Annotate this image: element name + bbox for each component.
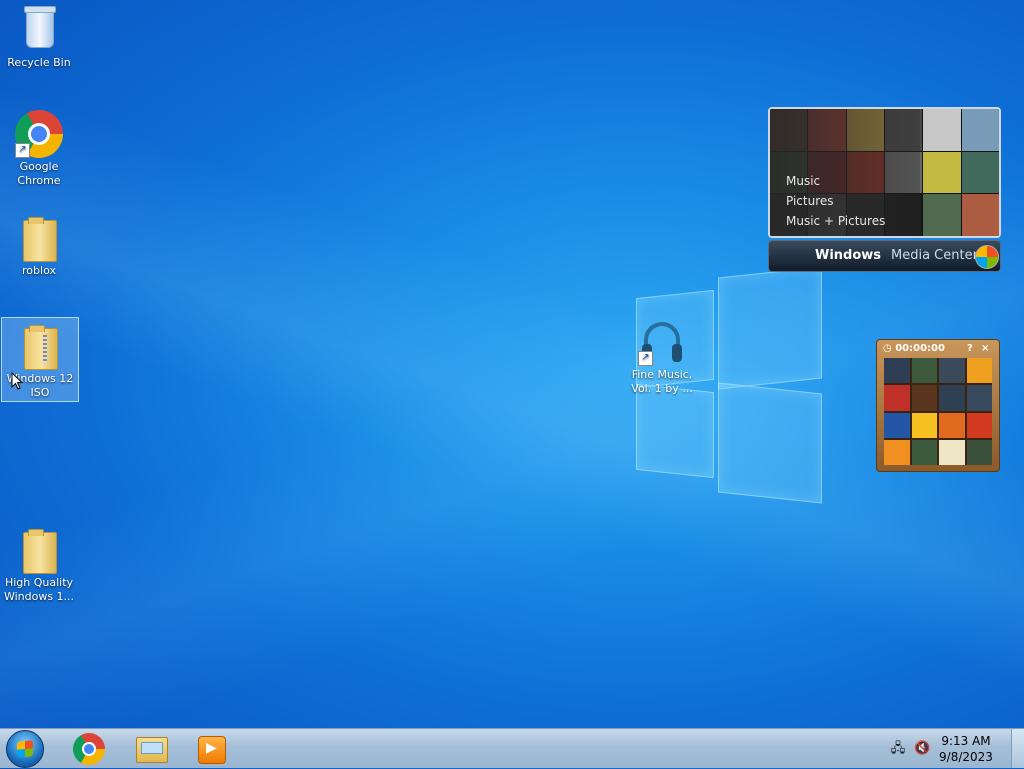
puzzle-tile[interactable] [884,385,910,411]
close-icon[interactable]: × [981,342,989,356]
help-button[interactable]: ? [967,342,973,356]
puzzle-timer: 00:00:00 [895,343,945,354]
mouse-cursor-icon [11,372,23,390]
desktop-icon-label: High Quality Windows 1... [3,576,75,603]
brand-label: Windows [815,248,882,263]
file-explorer-icon [136,737,168,763]
taskbar-chrome-button[interactable] [64,732,114,766]
puzzle-tile[interactable] [911,385,937,411]
puzzle-tile[interactable] [939,358,965,384]
desktop-icon-label: Google Chrome [17,160,61,187]
desktop-icon-label: Recycle Bin [7,56,71,69]
desktop-icon-label: roblox [22,264,56,277]
media-center-menu: Music Pictures Music + Pictures [786,171,885,231]
menu-item-music[interactable]: Music [786,171,885,191]
recycle-bin-icon [15,6,63,54]
media-center-gadget[interactable]: Music Pictures Music + Pictures [768,107,1001,238]
clock-icon[interactable]: ◷ [883,343,892,354]
media-center-launch-bar[interactable]: Windows Media Center [768,240,1001,272]
puzzle-tile[interactable] [939,439,965,465]
picture-puzzle-gadget[interactable]: ◷ 00:00:00 ? × [876,339,1000,472]
desktop-icon-label: Fine Music, Vol. 1 by ... [631,368,693,395]
show-desktop-button[interactable] [1011,729,1024,768]
puzzle-tile[interactable] [966,358,992,384]
puzzle-grid [884,358,992,465]
desktop-icon-high-quality-windows[interactable]: High Quality Windows 1... [1,522,77,604]
taskbar-media-player-button[interactable] [186,732,236,766]
volume-muted-icon[interactable]: 🔇 [914,741,930,757]
taskbar-explorer-button[interactable] [126,732,176,766]
clock[interactable]: 9:13 AM 9/8/2023 [936,733,996,765]
desktop-icon-fine-music[interactable]: ↗ Fine Music, Vol. 1 by ... [624,314,700,396]
desktop-icon-roblox[interactable]: roblox [1,210,77,278]
brand-sublabel: Media Center [891,248,978,263]
desktop-icon-google-chrome[interactable]: ↗ Google Chrome [1,106,77,188]
puzzle-tile[interactable] [911,439,937,465]
shortcut-arrow-icon: ↗ [638,351,653,366]
zip-folder-icon [16,322,64,370]
desktop-icon-recycle-bin[interactable]: Recycle Bin [1,2,77,70]
windows-media-player-icon [198,736,226,764]
puzzle-toolbar: ◷ 00:00:00 ? × [883,342,993,356]
puzzle-tile[interactable] [966,439,992,465]
shortcut-arrow-icon: ↗ [15,143,30,158]
puzzle-tile[interactable] [939,412,965,438]
clock-time: 9:13 AM [941,734,991,748]
windows-logo-icon [975,245,999,269]
puzzle-tile[interactable] [966,412,992,438]
chrome-icon [73,733,105,765]
puzzle-tile[interactable] [884,358,910,384]
folder-icon [15,214,63,262]
puzzle-tile[interactable] [884,412,910,438]
windows-logo-icon [17,740,33,758]
puzzle-tile[interactable] [884,439,910,465]
network-icon[interactable]: 🖧 [890,741,906,757]
clock-date: 9/8/2023 [939,750,993,764]
puzzle-tile[interactable] [939,385,965,411]
start-button[interactable] [6,730,44,768]
taskbar: 🖧 🔇 9:13 AM 9/8/2023 [0,728,1024,768]
menu-item-music-pictures[interactable]: Music + Pictures [786,211,885,231]
headphones-icon: ↗ [638,318,686,366]
puzzle-tile[interactable] [966,385,992,411]
folder-icon [15,526,63,574]
puzzle-tile[interactable] [911,412,937,438]
menu-item-pictures[interactable]: Pictures [786,191,885,211]
chrome-icon: ↗ [15,110,63,158]
puzzle-tile[interactable] [911,358,937,384]
